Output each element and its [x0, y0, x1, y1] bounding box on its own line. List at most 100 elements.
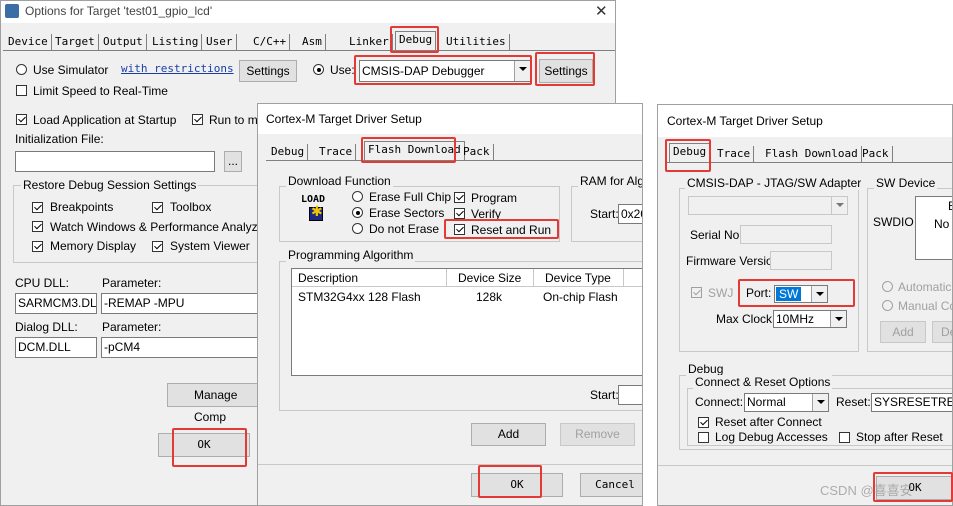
sw-device-none-text: No D	[934, 217, 952, 231]
highlight-reset-and-run	[444, 219, 559, 239]
chevron-down-icon[interactable]	[831, 197, 847, 214]
memory-display-checkbox[interactable]	[32, 241, 43, 252]
tab-asm[interactable]: Asm	[299, 34, 326, 50]
algorithm-list[interactable]: Description Device Size Device Type STM3…	[291, 268, 642, 376]
right-tab-flash-download[interactable]: Flash Download	[762, 146, 862, 162]
erase-sectors-label: Erase Sectors	[369, 206, 445, 220]
highlight-port-select	[738, 279, 855, 307]
right-window-title: Cortex-M Target Driver Setup	[667, 114, 823, 128]
initialization-file-input[interactable]	[15, 151, 215, 172]
right-tab-trace[interactable]: Trace	[714, 146, 755, 162]
dialog-parameter-label: Parameter:	[102, 320, 162, 334]
system-viewer-checkbox[interactable]	[152, 241, 163, 252]
manual-config-radio[interactable]	[882, 300, 893, 311]
chevron-down-icon[interactable]	[830, 311, 846, 327]
adapter-select[interactable]	[688, 196, 848, 215]
mid-tab-debug[interactable]: Debug	[268, 144, 309, 160]
column-header-device-type[interactable]: Device Type	[545, 271, 611, 285]
cortex-m-driver-setup-dialog-flash: Cortex-M Target Driver Setup Debug Trace…	[257, 103, 643, 506]
mid-bottom-separator	[258, 464, 642, 465]
debug-group-title: Debug	[686, 362, 726, 376]
adapter-group-title: CMSIS-DAP - JTAG/SW Adapter	[685, 176, 864, 190]
sw-device-col-header: E	[948, 199, 952, 213]
cpu-dll-input[interactable]: SARMCM3.DLL	[15, 293, 97, 314]
stop-after-reset-checkbox[interactable]	[839, 432, 850, 443]
dialog-parameter-input[interactable]: -pCM4	[101, 337, 261, 358]
dialog-dll-label: Dialog DLL:	[15, 320, 78, 334]
load-icon: LOAD ✱	[300, 194, 334, 226]
table-row[interactable]: STM32G4xx 128 Flash 128k On-chip Flash	[292, 289, 642, 305]
run-to-main-checkbox[interactable]	[192, 114, 203, 125]
log-debug-accesses-checkbox[interactable]	[698, 432, 709, 443]
right-tab-pack[interactable]: Pack	[859, 146, 893, 162]
erase-full-chip-radio[interactable]	[352, 191, 363, 202]
highlight-settings-button	[535, 52, 595, 86]
close-icon[interactable]: ✕	[595, 2, 608, 20]
dialog-dll-input[interactable]: DCM.DLL	[15, 337, 97, 358]
highlight-flash-download-tab	[361, 137, 456, 163]
tab-utilities[interactable]: Utilities	[443, 34, 510, 50]
program-label: Program	[471, 191, 518, 205]
cpu-parameter-input[interactable]: -REMAP -MPU	[101, 293, 261, 314]
cpu-dll-label: CPU DLL:	[15, 276, 70, 290]
chevron-down-icon[interactable]	[812, 394, 828, 411]
use-label: Use:	[330, 63, 355, 77]
swj-checkbox[interactable]	[691, 287, 702, 298]
verify-checkbox[interactable]	[454, 208, 465, 219]
restore-debug-session-title: Restore Debug Session Settings	[21, 178, 199, 192]
settings-left-button[interactable]: Settings	[239, 60, 297, 82]
tab-listing[interactable]: Listing	[149, 34, 203, 50]
use-debugger-radio[interactable]	[313, 64, 324, 75]
manage-component-button[interactable]: Manage Comp	[167, 383, 263, 424]
erase-sectors-radio[interactable]	[352, 207, 363, 218]
init-browse-button[interactable]: ...	[224, 151, 242, 172]
column-header-description[interactable]: Description	[298, 271, 358, 285]
reset-select[interactable]: SYSRESETREQ	[871, 393, 952, 412]
connect-reset-title: Connect & Reset Options	[693, 375, 833, 389]
mid-tab-pack[interactable]: Pack	[460, 144, 494, 160]
highlight-debug-tab	[390, 26, 439, 53]
reset-after-connect-checkbox[interactable]	[698, 417, 709, 428]
row-device-size: 128k	[476, 290, 503, 304]
automatic-detection-radio[interactable]	[882, 281, 893, 292]
highlight-mid-ok	[478, 465, 542, 498]
with-restrictions-link[interactable]: with restrictions	[121, 62, 234, 75]
tab-user[interactable]: User	[203, 34, 237, 50]
ram-for-algorithm-title: RAM for Algor	[578, 174, 642, 188]
program-checkbox[interactable]	[454, 192, 465, 203]
tab-cpp[interactable]: C/C++	[250, 34, 291, 50]
ram-start-input[interactable]: 0x20	[618, 204, 642, 224]
connect-select-value: Normal	[747, 395, 786, 409]
mid-cancel-button[interactable]: Cancel	[580, 473, 642, 497]
add-button[interactable]: Add	[471, 423, 546, 446]
toolbox-checkbox[interactable]	[152, 202, 163, 213]
automatic-detection-label: Automatic De	[898, 280, 952, 294]
limit-speed-checkbox[interactable]	[16, 85, 27, 96]
connect-select[interactable]: Normal	[744, 393, 829, 412]
use-simulator-label: Use Simulator	[33, 63, 109, 77]
sw-delete-button[interactable]: De	[932, 321, 952, 343]
sw-add-button[interactable]: Add	[880, 321, 926, 343]
tab-target[interactable]: Target	[52, 34, 99, 50]
column-header-device-size[interactable]: Device Size	[458, 271, 521, 285]
row-description: STM32G4xx 128 Flash	[298, 290, 421, 304]
load-application-checkbox[interactable]	[16, 114, 27, 125]
algorithm-start-input[interactable]	[618, 385, 642, 405]
max-clock-select[interactable]: 10MHz	[773, 310, 847, 328]
tab-device[interactable]: Device	[5, 34, 52, 50]
highlight-main-ok	[172, 428, 247, 467]
use-simulator-radio[interactable]	[16, 64, 27, 75]
watch-windows-checkbox[interactable]	[32, 221, 43, 232]
tab-linker[interactable]: Linker	[346, 34, 393, 50]
right-bottom-separator	[658, 465, 952, 466]
sw-device-table[interactable]: E No D	[915, 196, 952, 260]
breakpoints-checkbox[interactable]	[32, 202, 43, 213]
programming-algorithm-title: Programming Algorithm	[286, 248, 416, 262]
remove-button[interactable]: Remove	[560, 423, 635, 446]
row-device-type: On-chip Flash	[543, 290, 618, 304]
title-bar: Options for Target 'test01_gpio_lcd' ✕	[1, 1, 615, 23]
do-not-erase-radio[interactable]	[352, 223, 363, 234]
tab-output[interactable]: Output	[100, 34, 147, 50]
mid-tab-trace[interactable]: Trace	[316, 144, 357, 160]
app-icon	[5, 4, 19, 18]
